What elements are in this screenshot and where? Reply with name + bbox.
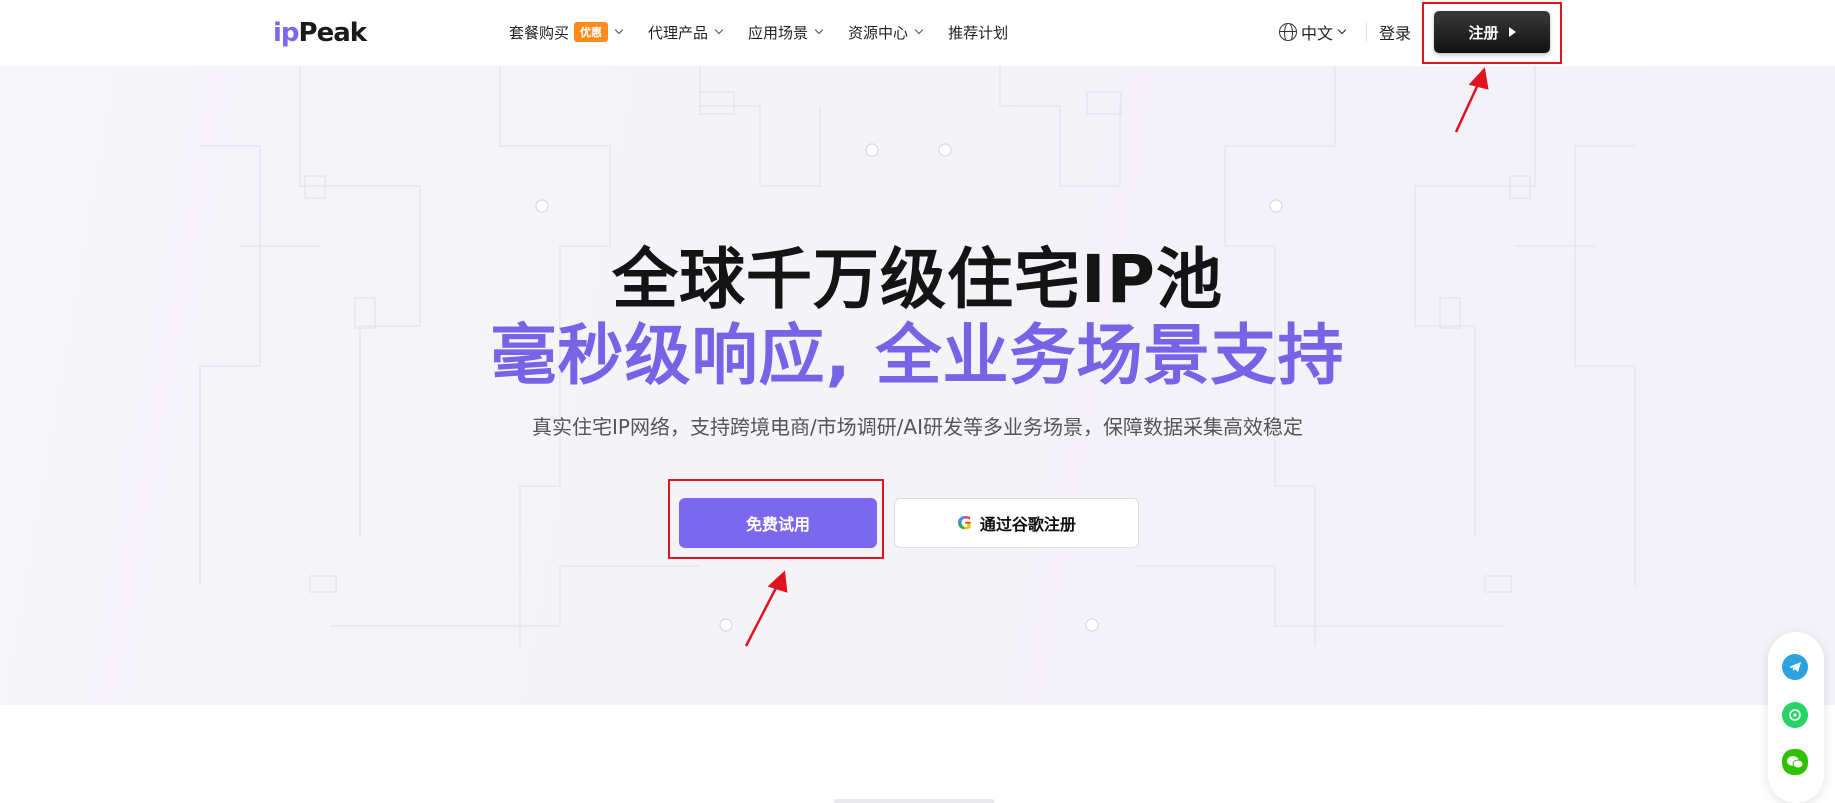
nav-item-label: 应用场景 (748, 23, 809, 42)
google-signup-button[interactable]: G 通过谷歌注册 (894, 498, 1139, 548)
google-icon: G (957, 512, 972, 534)
whatsapp-icon[interactable] (1782, 702, 1808, 728)
register-button[interactable]: 注册 (1434, 11, 1550, 53)
register-label: 注册 (1468, 23, 1499, 42)
floating-contact-bar (1768, 632, 1824, 803)
logo-ip: ip (273, 18, 300, 48)
language-switcher[interactable]: 中文 (1279, 0, 1347, 64)
nav-item-use-cases[interactable]: 应用场景 (748, 22, 824, 43)
content-tab-hint (834, 799, 994, 803)
chevron-down-icon (614, 25, 624, 35)
chevron-down-icon (914, 25, 924, 35)
nav-item-proxy-products[interactable]: 代理产品 (648, 22, 724, 43)
nav-item-label: 套餐购买 (509, 23, 570, 42)
hero-description: 真实住宅IP网络，支持跨境电商/市场调研/AI研发等多业务场景，保障数据采集高效… (531, 415, 1303, 439)
logo[interactable]: ip Peak (273, 17, 368, 49)
chevron-down-icon (714, 25, 724, 35)
site-header: ip Peak 套餐购买 优惠 代理产品 应用场景 资源中心 推荐计划 中文 登录 (0, 0, 1835, 66)
discount-badge: 优惠 (574, 22, 609, 42)
nav-item-referral[interactable]: 推荐计划 (948, 22, 1008, 43)
main-nav: 套餐购买 优惠 代理产品 应用场景 资源中心 推荐计划 (509, 0, 1034, 64)
google-signup-label: 通过谷歌注册 (979, 515, 1076, 534)
nav-item-label: 代理产品 (648, 23, 709, 42)
login-link[interactable]: 登录 (1379, 0, 1411, 64)
hero-section: 全球千万级住宅IP池 毫秒级响应, 全业务场景支持 真实住宅IP网络，支持跨境电… (0, 66, 1835, 705)
hero-subtitle-accent: 毫秒级响应, 全业务场景支持 (490, 317, 1345, 394)
chevron-down-icon (1337, 25, 1347, 35)
nav-item-packages[interactable]: 套餐购买 优惠 (509, 22, 624, 43)
telegram-icon[interactable] (1782, 654, 1808, 680)
globe-icon (1279, 23, 1297, 41)
chevron-down-icon (814, 25, 824, 35)
wechat-icon[interactable] (1782, 749, 1808, 775)
divider (1366, 23, 1367, 41)
logo-peak: Peak (298, 18, 368, 48)
nav-item-label: 资源中心 (848, 23, 909, 42)
nav-item-resources[interactable]: 资源中心 (848, 22, 924, 43)
nav-item-label: 推荐计划 (948, 23, 1009, 42)
free-trial-button[interactable]: 免费试用 (679, 498, 877, 548)
language-label: 中文 (1301, 24, 1334, 43)
play-arrow-icon (1508, 27, 1516, 37)
